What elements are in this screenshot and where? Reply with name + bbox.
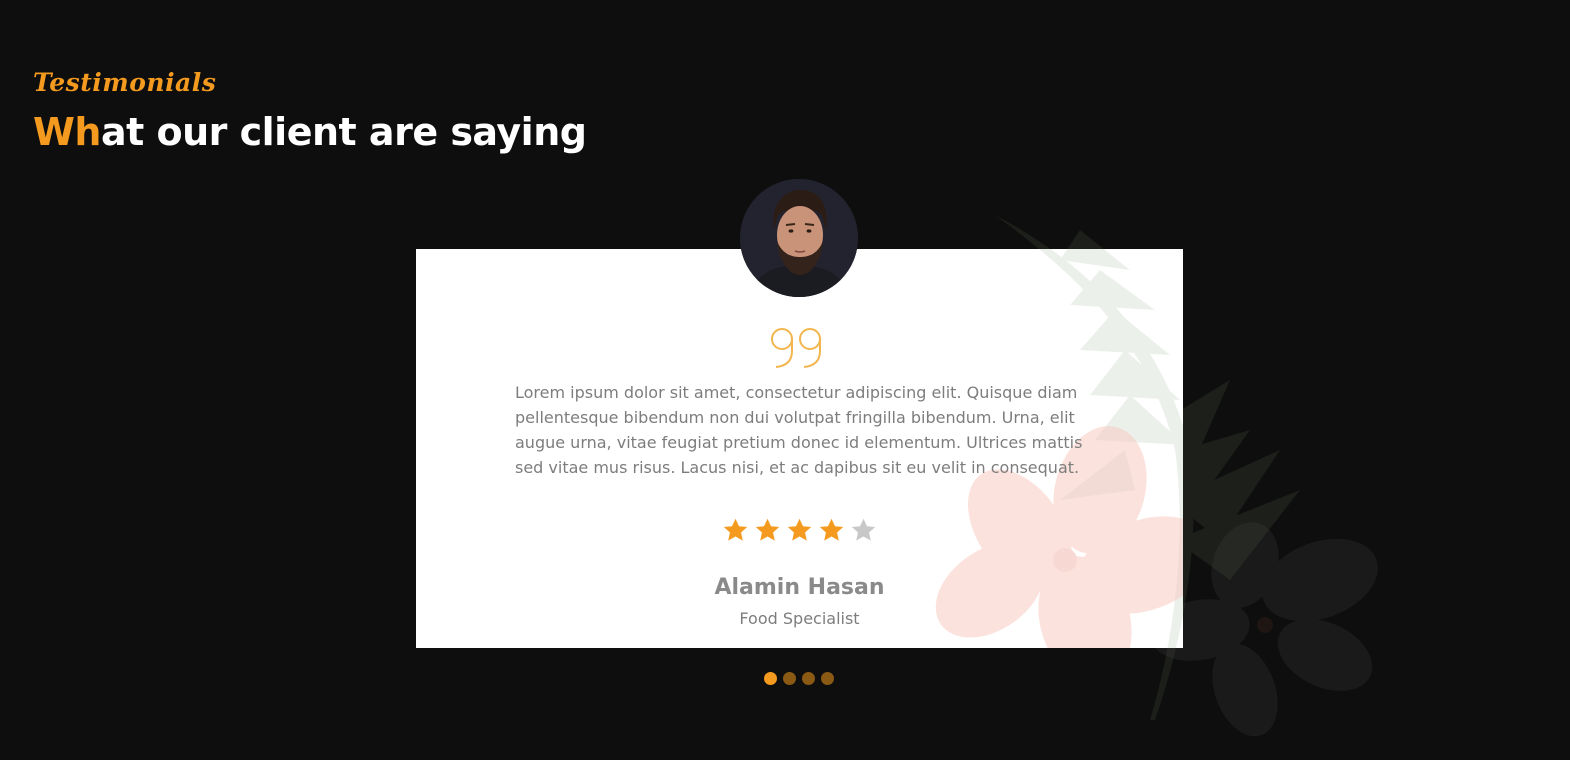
- quote-icon: [771, 328, 821, 368]
- heading-accent: Wh: [33, 110, 101, 154]
- testimonial-card: Lorem ipsum dolor sit amet, consectetur …: [416, 249, 1183, 648]
- star-icon-filled: [723, 518, 748, 541]
- review-text: Lorem ipsum dolor sit amet, consectetur …: [515, 383, 1083, 477]
- heading-rest: at our client are saying: [100, 110, 587, 154]
- carousel-dot-4[interactable]: [821, 672, 834, 685]
- star-icon-filled: [755, 518, 780, 541]
- client-avatar: [740, 179, 858, 297]
- star-icon-empty: [851, 518, 876, 541]
- section-subtitle: Testimonials: [33, 68, 217, 97]
- star-icon-filled: [819, 518, 844, 541]
- star-rating: [722, 517, 877, 544]
- section-heading: What our client are saying: [33, 110, 587, 154]
- carousel-dot-1[interactable]: [764, 672, 777, 685]
- client-name: Alamin Hasan: [714, 575, 885, 600]
- carousel-dot-3[interactable]: [802, 672, 815, 685]
- client-role: Food Specialist: [739, 609, 860, 628]
- star-icon-filled: [787, 518, 812, 541]
- carousel-dot-2[interactable]: [783, 672, 796, 685]
- carousel-pagination: [764, 672, 834, 685]
